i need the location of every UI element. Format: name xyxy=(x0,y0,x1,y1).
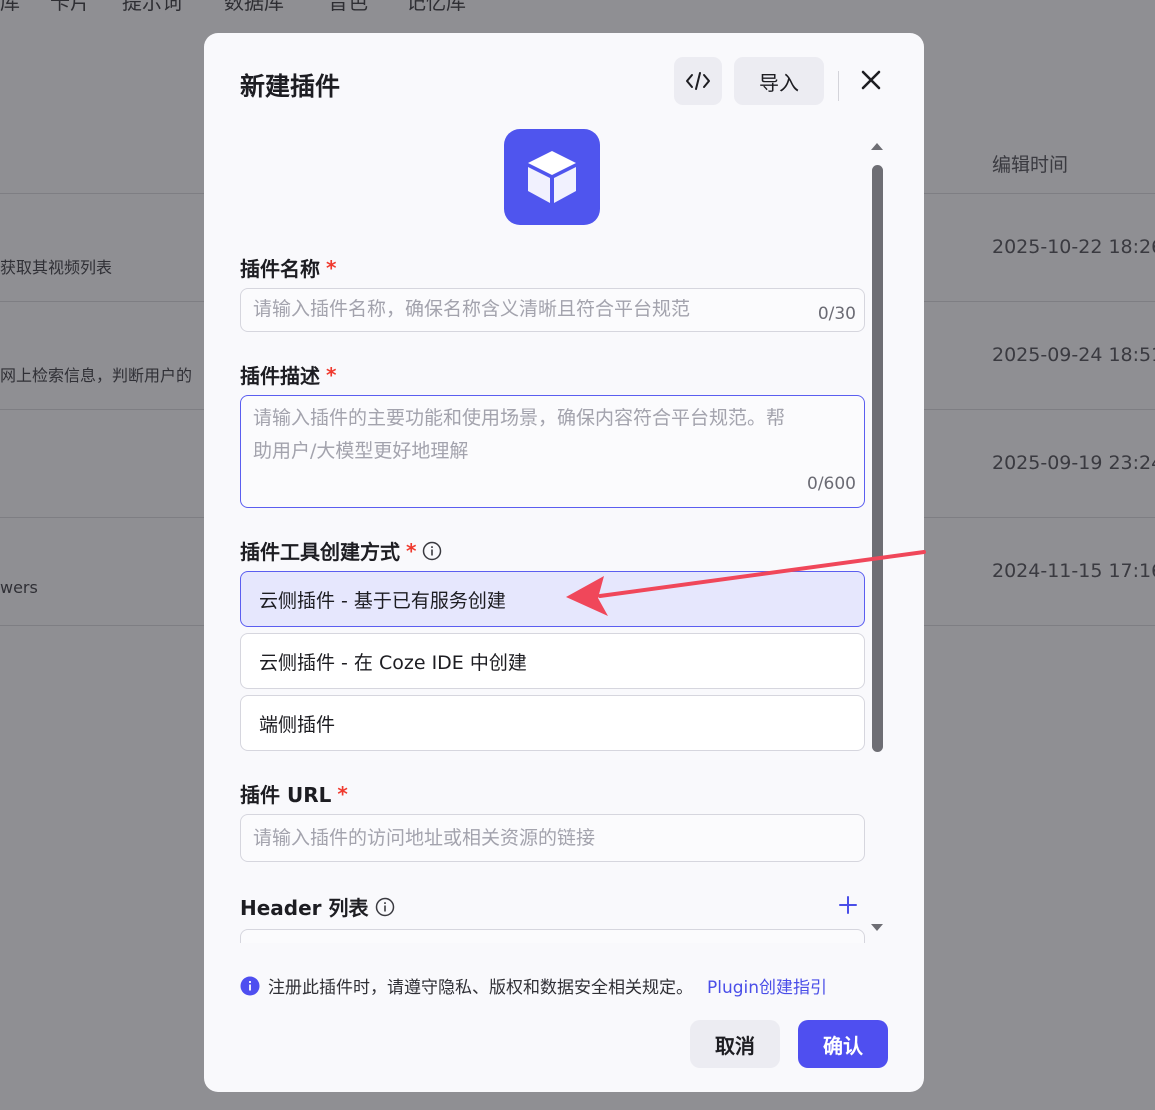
required-mark: * xyxy=(406,538,417,563)
plugin-name-label-text: 插件名称 xyxy=(240,257,320,281)
scroll-down-arrow-icon[interactable] xyxy=(870,923,884,933)
method-option-cloud-existing[interactable]: 云侧插件 - 基于已有服务创建 xyxy=(240,571,865,627)
tab-database[interactable]: 数据库 xyxy=(224,0,284,15)
scroll-up-arrow-icon[interactable] xyxy=(870,141,884,151)
close-button[interactable] xyxy=(854,63,888,97)
plugin-url-label-text: 插件 URL xyxy=(240,783,332,807)
row-description: 网上检索信息，判断用户的 xyxy=(0,366,193,385)
scroll-clip xyxy=(204,943,904,973)
dialog-title: 新建插件 xyxy=(240,72,341,101)
method-option-cloud-ide[interactable]: 云侧插件 - 在 Coze IDE 中创建 xyxy=(240,633,865,689)
plugin-name-counter: 0/30 xyxy=(817,304,856,324)
plugin-desc-label-text: 插件描述 xyxy=(240,364,320,388)
row-edit-time: 2025-09-19 23:24 xyxy=(992,452,1155,474)
info-icon xyxy=(240,976,260,995)
required-mark: * xyxy=(326,255,337,280)
creation-method-label: 插件工具创建方式 * xyxy=(240,536,442,565)
required-mark: * xyxy=(337,781,348,806)
tab-prompts[interactable]: 提示词 xyxy=(122,0,182,15)
create-plugin-dialog: 新建插件 导入 插件名称 * 请输入插件名称，确保名称含义清晰且符合平台规范 0… xyxy=(204,33,924,1092)
scrollbar-thumb[interactable] xyxy=(872,165,883,752)
tab-voice[interactable]: 音色 xyxy=(328,0,368,15)
plugin-guide-link[interactable]: Plugin创建指引 xyxy=(707,973,827,998)
tab-library[interactable]: 库 xyxy=(0,0,20,15)
row-description: 获取其视频列表 xyxy=(0,258,113,277)
plugin-name-placeholder: 请输入插件名称，确保名称含义清晰且符合平台规范 xyxy=(253,298,691,320)
plugin-desc-placeholder-line1: 请输入插件的主要功能和使用场景，确保内容符合平台规范。帮 xyxy=(253,407,786,429)
tab-memory[interactable]: 记忆库 xyxy=(406,0,466,15)
add-header-button[interactable] xyxy=(834,891,862,919)
notice-text: 注册此插件时，请遵守隐私、版权和数据安全相关规定。 xyxy=(268,978,693,998)
info-icon[interactable] xyxy=(375,897,395,917)
code-icon xyxy=(686,72,710,90)
close-icon xyxy=(861,70,881,90)
cancel-button[interactable]: 取消 xyxy=(690,1020,780,1068)
creation-method-label-text: 插件工具创建方式 xyxy=(240,540,400,564)
plugin-url-label: 插件 URL * xyxy=(240,779,348,808)
method-option-device[interactable]: 端侧插件 xyxy=(240,695,865,751)
plugin-desc-textarea[interactable]: 请输入插件的主要功能和使用场景，确保内容符合平台规范。帮 助用户/大模型更好地理… xyxy=(240,395,865,508)
plus-icon xyxy=(839,896,857,914)
plugin-name-label: 插件名称 * xyxy=(240,253,336,282)
header-list-label-text: Header 列表 xyxy=(240,896,369,920)
required-mark: * xyxy=(326,362,337,387)
header-list-label: Header 列表 xyxy=(240,892,395,921)
compliance-notice: 注册此插件时，请遵守隐私、版权和数据安全相关规定。 Plugin创建指引 xyxy=(240,973,827,998)
confirm-button[interactable]: 确认 xyxy=(798,1020,888,1068)
tab-cards[interactable]: 卡片 xyxy=(50,0,90,15)
column-header-edit-time: 编辑时间 xyxy=(992,154,1069,176)
row-edit-time: 2025-10-22 18:26 xyxy=(992,236,1155,258)
plugin-desc-placeholder-line2: 助用户/大模型更好地理解 xyxy=(253,440,469,462)
plugin-url-placeholder: 请输入插件的访问地址或相关资源的链接 xyxy=(253,827,596,849)
header-divider xyxy=(838,71,839,101)
plugin-avatar[interactable] xyxy=(504,129,600,225)
import-button[interactable]: 导入 xyxy=(734,57,824,105)
row-edit-time: 2024-11-15 17:16 xyxy=(992,560,1155,582)
plugin-desc-label: 插件描述 * xyxy=(240,360,336,389)
plugin-desc-counter: 0/600 xyxy=(807,474,856,494)
cube-icon xyxy=(528,151,576,203)
info-icon[interactable] xyxy=(422,541,442,561)
plugin-name-input[interactable]: 请输入插件名称，确保名称含义清晰且符合平台规范 0/30 xyxy=(240,288,865,332)
plugin-url-input[interactable]: 请输入插件的访问地址或相关资源的链接 xyxy=(240,814,865,862)
row-description: wers xyxy=(0,578,38,597)
row-edit-time: 2025-09-24 18:51 xyxy=(992,344,1155,366)
code-view-button[interactable] xyxy=(674,57,722,105)
